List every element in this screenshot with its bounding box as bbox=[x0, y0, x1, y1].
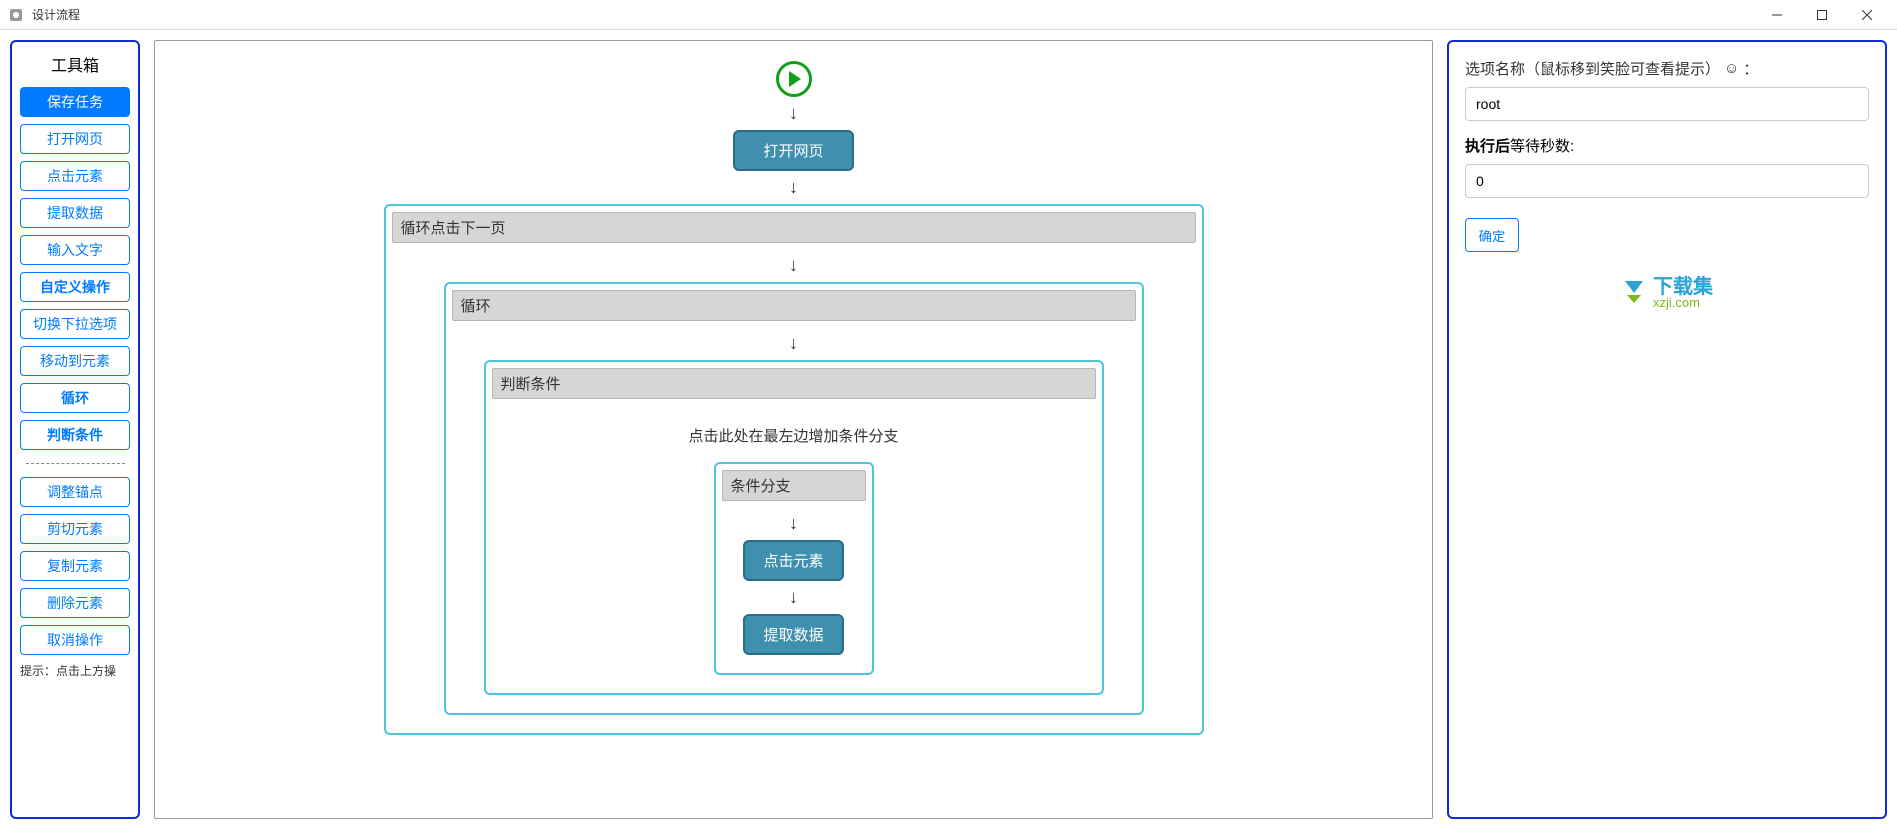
loop-header[interactable]: 循环点击下一页 bbox=[392, 212, 1196, 243]
toolbox-hint: 提示：点击上方操 bbox=[20, 662, 116, 679]
minimize-button[interactable] bbox=[1754, 0, 1799, 30]
watermark-text-col: 下载集 xzji.com bbox=[1653, 270, 1713, 310]
arrow-icon: ↓ bbox=[789, 103, 798, 124]
download-arrow-icon bbox=[1621, 277, 1647, 303]
loop-inner-header[interactable]: 循环 bbox=[452, 290, 1136, 321]
custom-action-button[interactable]: 自定义操作 bbox=[20, 272, 130, 302]
input-text-button[interactable]: 输入文字 bbox=[20, 235, 130, 265]
branch-header[interactable]: 条件分支 bbox=[722, 470, 866, 501]
toolbox-title: 工具箱 bbox=[51, 52, 99, 76]
main-layout: 工具箱 保存任务 打开网页 点击元素 提取数据 输入文字 自定义操作 切换下拉选… bbox=[0, 30, 1897, 829]
option-name-input[interactable] bbox=[1465, 87, 1869, 121]
start-node[interactable] bbox=[776, 61, 812, 97]
add-branch-hint[interactable]: 点击此处在最左边增加条件分支 bbox=[688, 425, 898, 446]
arrow-icon: ↓ bbox=[789, 587, 798, 608]
move-to-element-button[interactable]: 移动到元素 bbox=[20, 346, 130, 376]
canvas-area: ↓ 打开网页 ↓ 循环点击下一页 ↓ 循环 ↓ 判断条件 点击此处在最左边增加条… bbox=[154, 40, 1433, 819]
flow-root: ↓ 打开网页 ↓ 循环点击下一页 ↓ 循环 ↓ 判断条件 点击此处在最左边增加条… bbox=[175, 61, 1412, 735]
wait-label-bold: 执行后 bbox=[1465, 138, 1510, 155]
titlebar: 设计流程 bbox=[0, 0, 1897, 30]
condition-button[interactable]: 判断条件 bbox=[20, 420, 130, 450]
loop-button[interactable]: 循环 bbox=[20, 383, 130, 413]
condition-header[interactable]: 判断条件 bbox=[492, 368, 1096, 399]
cut-element-button[interactable]: 剪切元素 bbox=[20, 514, 130, 544]
delete-element-button[interactable]: 删除元素 bbox=[20, 588, 130, 618]
adjust-anchor-button[interactable]: 调整锚点 bbox=[20, 477, 130, 507]
open-page-button[interactable]: 打开网页 bbox=[20, 124, 130, 154]
click-element-button[interactable]: 点击元素 bbox=[20, 161, 130, 191]
arrow-icon: ↓ bbox=[789, 333, 798, 354]
properties-panel: 选项名称（鼠标移到笑脸可查看提示） ☺ ： 执行后等待秒数: 确定 下载集 xz… bbox=[1447, 40, 1887, 819]
toolbox-divider bbox=[26, 463, 125, 464]
wait-label-rest: 等待秒数: bbox=[1510, 138, 1574, 155]
extract-data-button[interactable]: 提取数据 bbox=[20, 198, 130, 228]
option-name-label-text: 选项名称（鼠标移到笑脸可查看提示） bbox=[1465, 58, 1720, 79]
toolbox: 工具箱 保存任务 打开网页 点击元素 提取数据 输入文字 自定义操作 切换下拉选… bbox=[10, 40, 140, 819]
copy-element-button[interactable]: 复制元素 bbox=[20, 551, 130, 581]
arrow-icon: ↓ bbox=[789, 255, 798, 276]
loop-inner-node[interactable]: 循环 ↓ 判断条件 点击此处在最左边增加条件分支 条件分支 ↓ 点击元素 ↓ 提… bbox=[444, 282, 1144, 715]
watermark: 下载集 xzji.com bbox=[1621, 270, 1713, 310]
arrow-icon: ↓ bbox=[789, 177, 798, 198]
wait-seconds-input[interactable] bbox=[1465, 164, 1869, 198]
play-icon bbox=[789, 71, 801, 87]
canvas-scroll[interactable]: ↓ 打开网页 ↓ 循环点击下一页 ↓ 循环 ↓ 判断条件 点击此处在最左边增加条… bbox=[155, 41, 1432, 818]
close-button[interactable] bbox=[1844, 0, 1889, 30]
open-page-node[interactable]: 打开网页 bbox=[733, 130, 853, 171]
cancel-action-button[interactable]: 取消操作 bbox=[20, 625, 130, 655]
colon: ： bbox=[1743, 58, 1758, 79]
condition-node[interactable]: 判断条件 点击此处在最左边增加条件分支 条件分支 ↓ 点击元素 ↓ 提取数据 bbox=[484, 360, 1104, 695]
branch-node[interactable]: 条件分支 ↓ 点击元素 ↓ 提取数据 bbox=[714, 462, 874, 675]
extract-data-node[interactable]: 提取数据 bbox=[743, 614, 843, 655]
click-element-node[interactable]: 点击元素 bbox=[743, 540, 843, 581]
wait-seconds-label: 执行后等待秒数: bbox=[1465, 135, 1869, 156]
arrow-icon: ↓ bbox=[789, 513, 798, 534]
option-name-label: 选项名称（鼠标移到笑脸可查看提示） ☺ ： bbox=[1465, 58, 1869, 79]
loop-next-page-node[interactable]: 循环点击下一页 ↓ 循环 ↓ 判断条件 点击此处在最左边增加条件分支 条件分支 … bbox=[384, 204, 1204, 735]
smiley-icon[interactable]: ☺ bbox=[1724, 60, 1739, 77]
app-icon bbox=[8, 7, 24, 23]
switch-dropdown-button[interactable]: 切换下拉选项 bbox=[20, 309, 130, 339]
confirm-button[interactable]: 确定 bbox=[1465, 218, 1519, 252]
window-controls bbox=[1754, 0, 1889, 30]
window-title: 设计流程 bbox=[32, 6, 1754, 23]
maximize-button[interactable] bbox=[1799, 0, 1844, 30]
save-task-button[interactable]: 保存任务 bbox=[20, 87, 130, 117]
